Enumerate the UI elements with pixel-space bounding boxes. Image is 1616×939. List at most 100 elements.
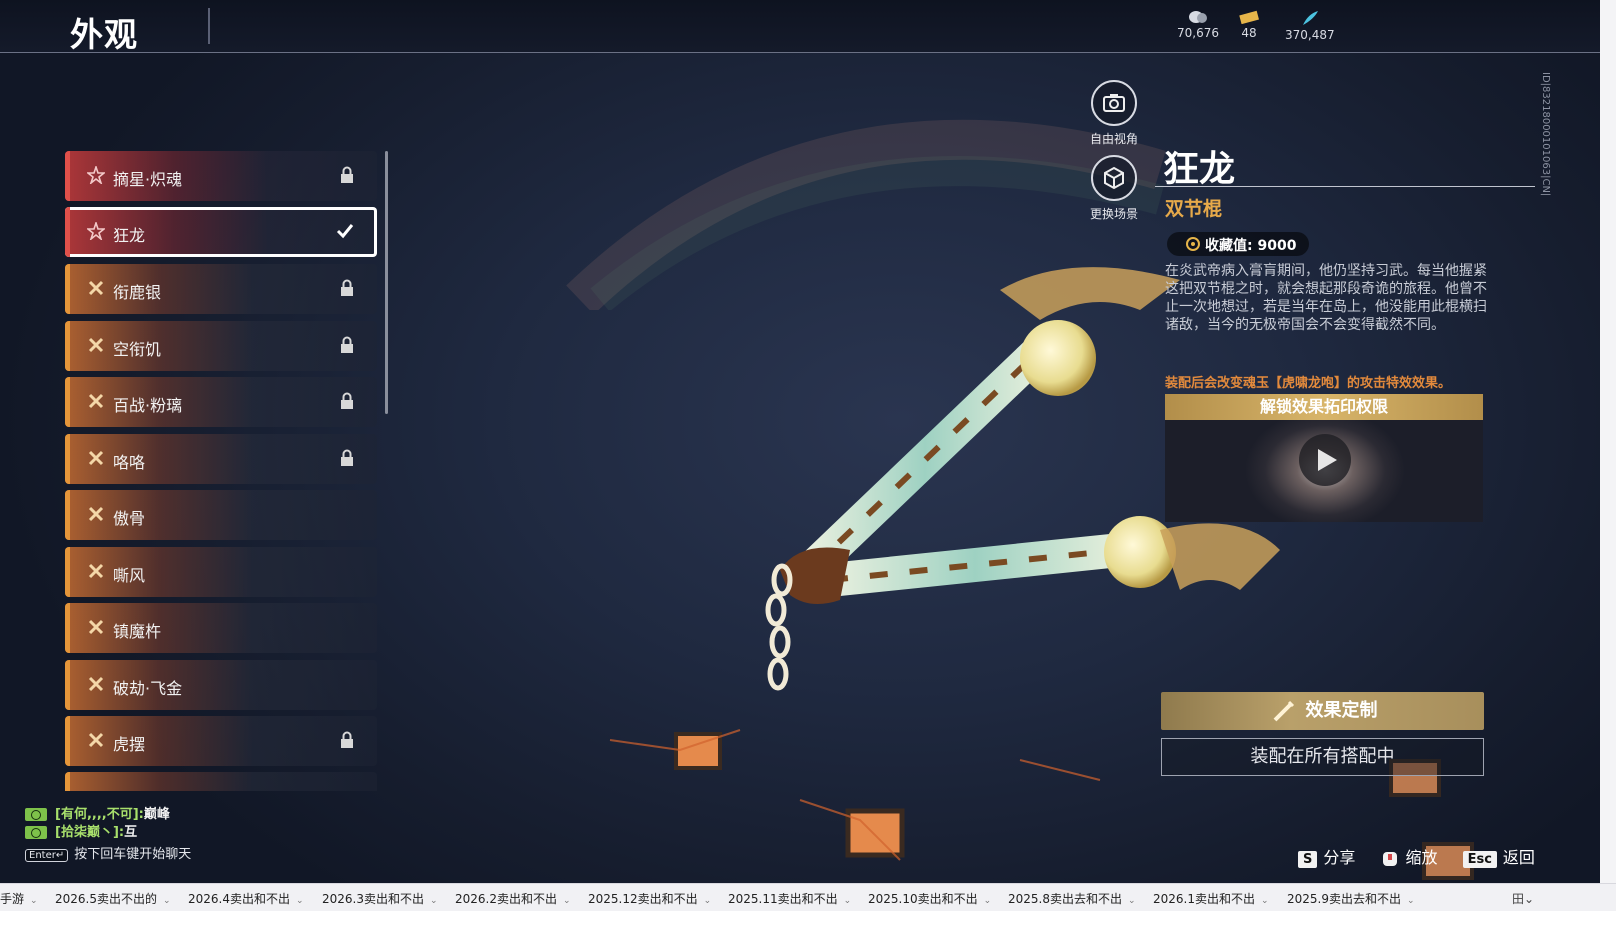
game-viewport: 外观 70,676 48 370,487 摘星·炽魂 狂龙 衔鹿银 空衔饥 百战… [0, 0, 1600, 902]
key-hints: S 分享 缩放 Esc 返回 [1298, 844, 1555, 868]
change-scene-label: 更换场景 [1089, 207, 1138, 221]
free-camera-label: 自由视角 [1089, 132, 1138, 146]
play-button[interactable] [1299, 434, 1351, 486]
collection-value: 收藏值: 9000 [1205, 238, 1297, 254]
chat-channel-icon [25, 826, 47, 839]
bookmark-folder[interactable]: 2025.10卖出和不出 ⌄ [868, 890, 991, 907]
page-title: 外观 [70, 15, 138, 54]
skin-item-8[interactable]: 嘶风 [65, 547, 377, 597]
lock-icon [341, 392, 353, 409]
bookmark-label: 2025.10卖出和不出 [868, 892, 978, 906]
top-bar: 外观 70,676 48 370,487 [0, 0, 1600, 54]
skin-item-5[interactable]: 百战·粉璃 [65, 377, 377, 427]
effect-customize-button[interactable]: 效果定制 [1161, 692, 1484, 730]
skin-item-1[interactable]: 摘星·炽魂 [65, 151, 377, 201]
back-key: Esc [1462, 851, 1497, 868]
lava-cracks-decoration [609, 729, 1101, 861]
chevron-down-icon: ⌄ [1524, 892, 1535, 906]
bookmark-folder[interactable]: 2026.3卖出和不出 ⌄ [322, 890, 438, 907]
star-outline-icon [87, 166, 105, 184]
zoom-label: 缩放 [1405, 848, 1438, 867]
skin-item-6[interactable]: 咯咯 [65, 434, 377, 484]
bookmarks-menu-button[interactable]: 田⌄ [1512, 890, 1534, 907]
skin-item-partial[interactable] [65, 772, 377, 791]
cross-ornament-icon [88, 563, 104, 579]
lock-icon [341, 279, 353, 296]
check-icon [336, 224, 354, 239]
cross-ornament-icon [88, 676, 104, 692]
bookmark-folder[interactable]: 手游 ⌄ [0, 890, 38, 907]
chevron-down-icon: ⌄ [1128, 896, 1136, 906]
chat-enter-hint[interactable]: Enter↵ 按下回车键开始聊天 [25, 843, 191, 862]
cross-ornament-icon [88, 506, 104, 522]
cube-icon [1104, 166, 1124, 190]
currency-feathers: 370,487 [1285, 10, 1335, 42]
skin-item-9[interactable]: 镇魔杵 [65, 603, 377, 653]
bookmark-folder[interactable]: 2025.11卖出和不出 ⌄ [728, 890, 851, 907]
chevron-down-icon: ⌄ [983, 896, 992, 906]
feather-icon [1302, 11, 1318, 25]
chevron-down-icon: ⌄ [843, 896, 852, 906]
bookmark-folder[interactable]: 2026.2卖出和不出 ⌄ [455, 890, 571, 907]
chevron-down-icon: ⌄ [1261, 896, 1269, 906]
bookmark-folder[interactable]: 2025.8卖出去和不出 ⌄ [1008, 890, 1136, 907]
back-hint[interactable]: Esc 返回 [1462, 844, 1535, 868]
skin-item-3[interactable]: 衔鹿银 [65, 264, 377, 314]
chat-channel-icon [25, 808, 47, 821]
enter-key-badge: Enter↵ [25, 849, 69, 862]
bookmark-folder[interactable]: 2025.12卖出和不出 ⌄ [588, 890, 711, 907]
bookmark-folder[interactable]: 2026.4卖出和不出 ⌄ [188, 890, 304, 907]
chat-message: [有何,,,,不可]:巅峰 [25, 803, 191, 822]
cross-ornament-icon [88, 280, 104, 296]
share-hint[interactable]: S 分享 [1298, 844, 1355, 868]
zoom-hint[interactable]: 缩放 [1380, 844, 1438, 868]
bookmark-label: 2025.12卖出和不出 [588, 892, 698, 906]
bookmark-folder[interactable]: 2025.9卖出去和不出 ⌄ [1287, 890, 1415, 907]
item-description: 在炎武帝病入膏肓期间，他仍坚持习武。每当他握紧这把双节棍之时，就会想起那段奇诡的… [1165, 263, 1487, 333]
brush-icon [1273, 700, 1295, 722]
skin-item-11[interactable]: 虎摆 [65, 716, 377, 766]
chat-sender[interactable]: [拾柒巅丶]: [55, 825, 124, 840]
lock-icon [341, 731, 353, 748]
bookmark-label: 2025.9卖出去和不出 [1287, 892, 1401, 906]
lock-icon [341, 336, 353, 353]
share-key: S [1298, 851, 1318, 868]
change-scene-button[interactable]: 更换场景 [1084, 155, 1144, 222]
skin-item-label: 傲骨 [113, 509, 146, 528]
unlock-effect-header: 解锁效果拓印权限 [1165, 394, 1483, 420]
background-window-edge [1600, 0, 1616, 902]
cross-ornament-icon [88, 619, 104, 635]
skin-item-label: 狂龙 [113, 226, 146, 245]
bookmark-label: 手游 [0, 892, 25, 906]
name-divider [1155, 186, 1535, 187]
skin-item-label: 摘星·炽魂 [113, 170, 183, 189]
chevron-down-icon: ⌄ [430, 896, 438, 906]
skin-item-label: 嘶风 [113, 566, 146, 585]
free-camera-button[interactable]: 自由视角 [1084, 80, 1144, 147]
chat-sender[interactable]: [有何,,,,不可]: [55, 807, 144, 822]
cross-ornament-icon [88, 450, 104, 466]
collection-value-badge: 收藏值: 9000 [1167, 232, 1309, 256]
skin-item-10[interactable]: 破劫·飞金 [65, 660, 377, 710]
list-scrollbar[interactable] [385, 151, 388, 414]
chat-text: 互 [124, 825, 138, 840]
coin-stack-icon [1189, 11, 1207, 23]
equip-all-button[interactable]: 装配在所有搭配中 [1161, 738, 1484, 776]
skin-item-4[interactable]: 空衔饥 [65, 321, 377, 371]
bookmark-folder[interactable]: 2026.5卖出不出的 ⌄ [55, 890, 171, 907]
skin-list[interactable]: 摘星·炽魂 狂龙 衔鹿银 空衔饥 百战·粉璃 咯咯 傲骨 嘶风 镇魔杵 破劫·飞… [65, 151, 383, 791]
chevron-down-icon: ⌄ [30, 896, 38, 906]
bookmark-folder[interactable]: 2026.1卖出和不出 ⌄ [1153, 890, 1269, 907]
skin-item-2[interactable]: 狂龙 [65, 207, 377, 257]
chevron-down-icon: ⌄ [163, 896, 171, 906]
chat-hint-text: 按下回车键开始聊天 [74, 847, 192, 862]
star-outline-icon [87, 222, 105, 240]
effect-note: 装配后会改变魂玉【虎啸龙咆】的攻击特效效果。 [1165, 376, 1452, 391]
effect-preview-video[interactable] [1165, 420, 1483, 522]
chat-text: 巅峰 [143, 807, 170, 822]
bookmark-label: 2026.3卖出和不出 [322, 892, 424, 906]
share-label: 分享 [1323, 848, 1356, 867]
skin-item-7[interactable]: 傲骨 [65, 490, 377, 540]
play-icon [1318, 449, 1337, 471]
effect-customize-label: 效果定制 [1305, 700, 1378, 721]
